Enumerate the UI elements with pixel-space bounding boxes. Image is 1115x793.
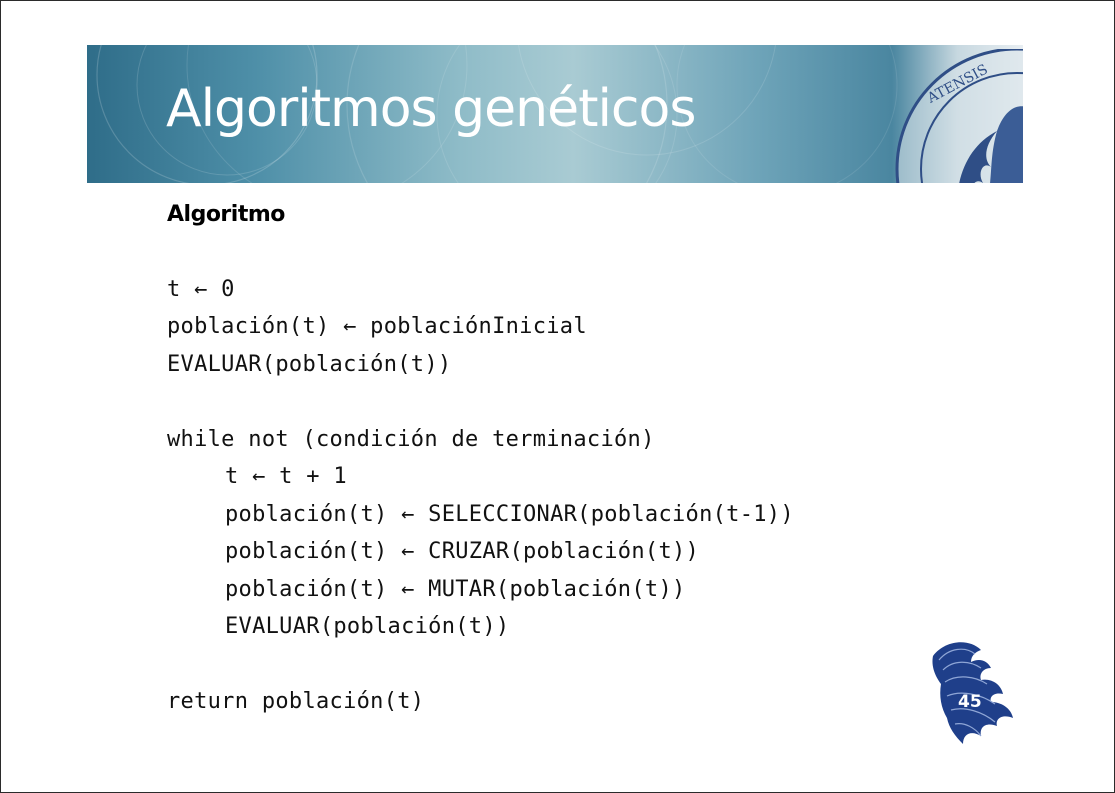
slide-title: Algoritmos genéticos bbox=[166, 79, 696, 139]
code-line-2: población(t) ← poblaciónInicial bbox=[167, 314, 587, 339]
code-line-6: población(t) ← SELECCIONAR(población(t-1… bbox=[225, 502, 794, 527]
code-line-8: población(t) ← MUTAR(población(t)) bbox=[225, 577, 686, 602]
code-line-5: t ← t + 1 bbox=[225, 464, 347, 489]
page-number: 45 bbox=[958, 692, 982, 712]
code-line-10: return población(t) bbox=[167, 689, 425, 714]
section-heading: Algoritmo bbox=[167, 202, 285, 227]
title-banner: ATENSIS Algoritmos genéticos bbox=[87, 45, 1023, 183]
code-line-3: EVALUAR(población(t)) bbox=[167, 352, 452, 377]
university-seal-icon: ATENSIS bbox=[895, 49, 1023, 183]
code-line-4: while not (condición de terminación) bbox=[167, 427, 655, 452]
code-line-9: EVALUAR(población(t)) bbox=[225, 614, 510, 639]
code-line-7: población(t) ← CRUZAR(población(t)) bbox=[225, 539, 700, 564]
code-line-1: t ← 0 bbox=[167, 277, 235, 302]
